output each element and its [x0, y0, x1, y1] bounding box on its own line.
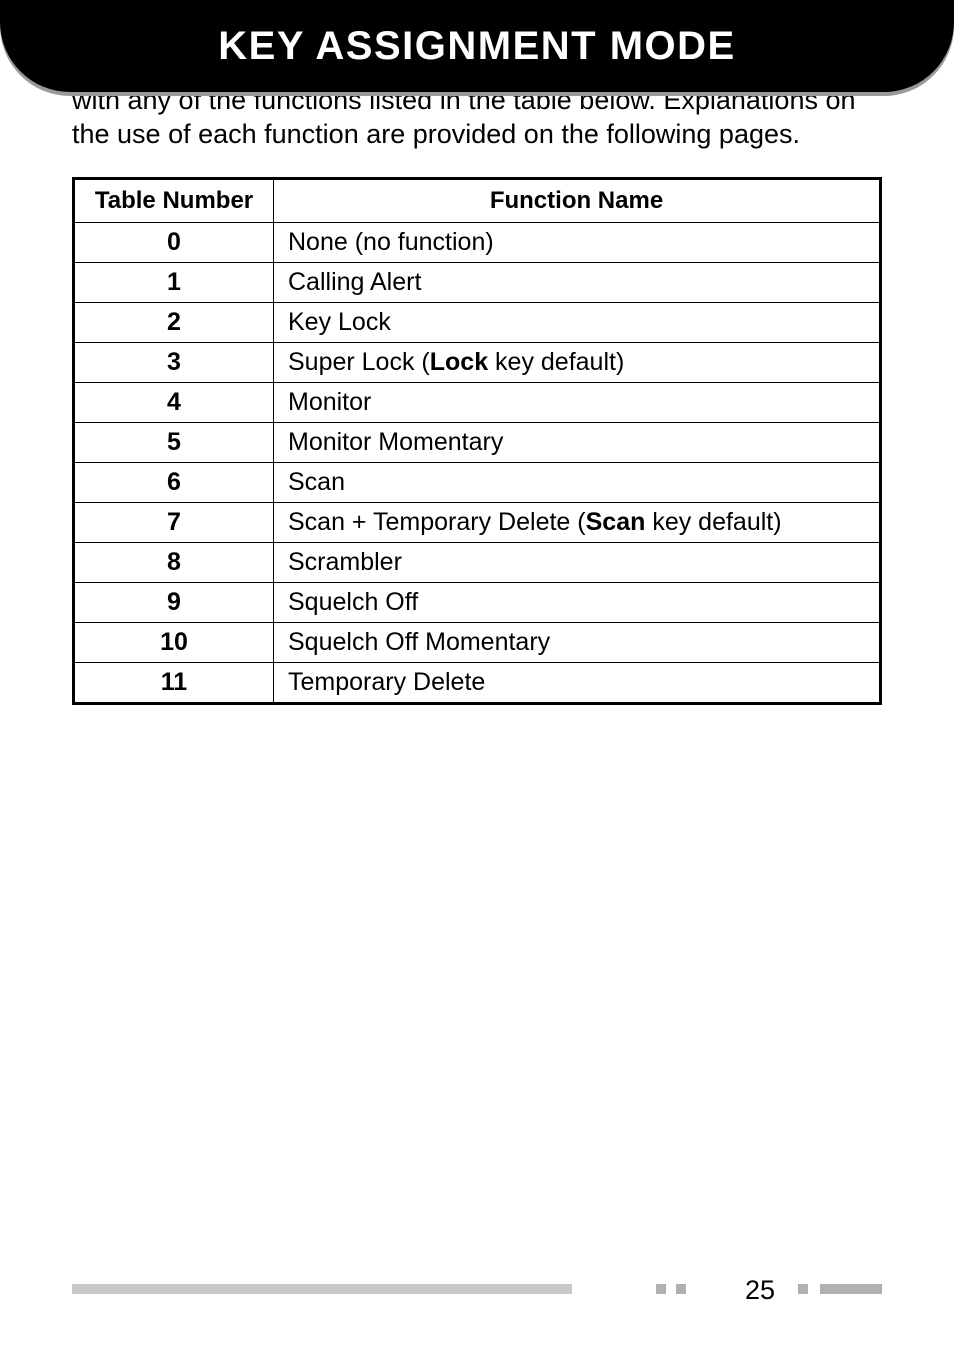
- table-cell-function: Scan: [274, 463, 881, 503]
- function-name-pre: Scan: [288, 468, 345, 496]
- table-cell-number: 0: [74, 223, 274, 263]
- function-name-pre: Key Lock: [288, 308, 391, 336]
- table-row: 0 None (no function): [74, 223, 881, 263]
- header-banner: KEY ASSIGNMENT MODE: [0, 0, 954, 92]
- function-name-post: key default): [488, 348, 624, 376]
- table-header-number: Table Number: [74, 179, 274, 223]
- table-cell-function: Calling Alert: [274, 263, 881, 303]
- table-row: 7Scan + Temporary Delete (Scan key defau…: [74, 503, 881, 543]
- table-cell-function: Scan + Temporary Delete (Scan key defaul…: [274, 503, 881, 543]
- table-row: 10 Squelch Off Momentary: [74, 623, 881, 663]
- table-cell-function: Super Lock (Lock key default): [274, 343, 881, 383]
- page-title: KEY ASSIGNMENT MODE: [218, 24, 735, 69]
- footer-dot: [676, 1284, 686, 1294]
- table-row: 11 Temporary Delete: [74, 663, 881, 704]
- footer-bar-right: [820, 1284, 882, 1294]
- table-row: 1 Calling Alert: [74, 263, 881, 303]
- table-cell-function: Key Lock: [274, 303, 881, 343]
- function-name-pre: Super Lock (: [288, 348, 430, 376]
- table-cell-function: Scrambler: [274, 543, 881, 583]
- table-cell-number: 9: [74, 583, 274, 623]
- function-name-bold: Lock: [430, 348, 488, 376]
- table-cell-number: 10: [74, 623, 274, 663]
- table-cell-function: Temporary Delete: [274, 663, 881, 704]
- table-row: 6 Scan: [74, 463, 881, 503]
- table-cell-number: 8: [74, 543, 274, 583]
- table-cell-number: 3: [74, 343, 274, 383]
- table-cell-function: None (no function): [274, 223, 881, 263]
- footer-dot: [656, 1284, 666, 1294]
- table-cell-number: 5: [74, 423, 274, 463]
- table-cell-number: 2: [74, 303, 274, 343]
- table-cell-number: 1: [74, 263, 274, 303]
- function-name-pre: Scan + Temporary Delete (: [288, 508, 586, 536]
- table-cell-function: Monitor: [274, 383, 881, 423]
- table-header-function: Function Name: [274, 179, 881, 223]
- function-name-bold: Scan: [586, 508, 646, 536]
- table-cell-number: 6: [74, 463, 274, 503]
- function-name-pre: Monitor: [288, 388, 371, 416]
- footer-dot-right: [798, 1284, 808, 1294]
- function-name-pre: None (no function): [288, 228, 494, 256]
- table-cell-number: 7: [74, 503, 274, 543]
- table-cell-function: Monitor Momentary: [274, 423, 881, 463]
- function-name-pre: Scrambler: [288, 548, 402, 576]
- function-table: Table Number Function Name 0 None (no fun…: [72, 177, 882, 705]
- page-content: This transceiver allows you to reprogram…: [0, 0, 954, 705]
- table-row: 8 Scrambler: [74, 543, 881, 583]
- function-name-pre: Temporary Delete: [288, 668, 485, 696]
- function-name-pre: Monitor Momentary: [288, 428, 503, 456]
- footer-dots-left: [656, 1284, 686, 1294]
- table-row: 2 Key Lock: [74, 303, 881, 343]
- table-row: 9 Squelch Off: [74, 583, 881, 623]
- function-name-pre: Squelch Off Momentary: [288, 628, 550, 656]
- table-row: 5 Monitor Momentary: [74, 423, 881, 463]
- table-row: 3Super Lock (Lock key default): [74, 343, 881, 383]
- function-name-pre: Squelch Off: [288, 588, 418, 616]
- function-name-post: key default): [645, 508, 781, 536]
- table-row: 4 Monitor: [74, 383, 881, 423]
- footer-bar-left: [72, 1284, 572, 1294]
- table-cell-function: Squelch Off: [274, 583, 881, 623]
- table-cell-number: 11: [74, 663, 274, 704]
- table-cell-function: Squelch Off Momentary: [274, 623, 881, 663]
- function-name-pre: Calling Alert: [288, 268, 421, 296]
- table-cell-number: 4: [74, 383, 274, 423]
- page-footer: 25: [0, 1275, 954, 1303]
- page-number: 25: [745, 1275, 775, 1306]
- table-header-row: Table Number Function Name: [74, 179, 881, 223]
